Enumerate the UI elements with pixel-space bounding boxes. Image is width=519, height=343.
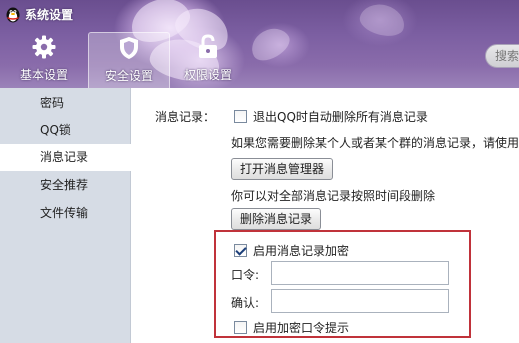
password-hint-label: 启用加密口令提示	[253, 321, 350, 335]
tab-security-settings-label: 安全设置	[104, 69, 153, 83]
qq-penguin-icon	[6, 7, 20, 23]
settings-window: 系统设置 基本设置 安全设置 权限设置 搜索 密码 QQ锁 消息记录 安全推荐 …	[0, 0, 519, 343]
auto-delete-label: 退出QQ时自动删除所有消息记录	[253, 110, 428, 124]
tab-security-settings[interactable]: 安全设置	[88, 32, 170, 88]
sidebar-item-file-transfer[interactable]: 文件传输	[0, 200, 131, 227]
auto-delete-option[interactable]: 退出QQ时自动删除所有消息记录	[234, 108, 428, 125]
confirm-password-field[interactable]	[271, 289, 449, 313]
sidebar: 密码 QQ锁 消息记录 安全推荐 文件传输	[0, 88, 131, 343]
sidebar-item-password[interactable]: 密码	[0, 90, 131, 117]
password-label: 口令:	[231, 268, 260, 282]
window-title: 系统设置	[25, 8, 74, 22]
confirm-label: 确认:	[231, 296, 260, 310]
search-input[interactable]: 搜索	[485, 44, 519, 68]
gear-icon	[32, 35, 56, 59]
auto-delete-checkbox[interactable]	[234, 110, 247, 123]
enable-encryption-label: 启用消息记录加密	[253, 244, 350, 258]
section-label: 消息记录：	[155, 110, 216, 124]
delete-message-history-button[interactable]: 删除消息记录	[231, 208, 322, 230]
message-history-panel: 消息记录： 退出QQ时自动删除所有消息记录 如果您需要删除某个人或者某个群的消息…	[131, 88, 519, 343]
header-banner: 系统设置 基本设置 安全设置 权限设置 搜索	[0, 0, 519, 88]
tab-permission-settings-label: 权限设置	[183, 68, 232, 82]
tab-permission-settings[interactable]: 权限设置	[172, 32, 244, 88]
password-hint-option[interactable]: 启用加密口令提示	[234, 319, 349, 336]
tab-basic-settings[interactable]: 基本设置	[4, 32, 84, 88]
password-hint-checkbox[interactable]	[234, 321, 247, 334]
tab-basic-settings-label: 基本设置	[19, 68, 68, 82]
sidebar-item-message-history[interactable]: 消息记录	[0, 144, 131, 171]
lock-icon	[199, 34, 217, 58]
sidebar-item-qq-lock[interactable]: QQ锁	[0, 117, 131, 144]
sidebar-item-security-recommend[interactable]: 安全推荐	[0, 172, 131, 199]
shield-icon	[120, 37, 138, 59]
open-message-manager-button[interactable]: 打开消息管理器	[231, 158, 334, 180]
enable-encryption-option[interactable]: 启用消息记录加密	[234, 242, 349, 259]
delete-hint-text: 你可以对全部消息记录按照时间段删除	[231, 189, 436, 203]
password-field[interactable]	[271, 261, 449, 285]
enable-encryption-checkbox[interactable]	[234, 244, 247, 257]
manager-hint-text: 如果您需要删除某个人或者某个群的消息记录，请使用	[231, 136, 519, 150]
